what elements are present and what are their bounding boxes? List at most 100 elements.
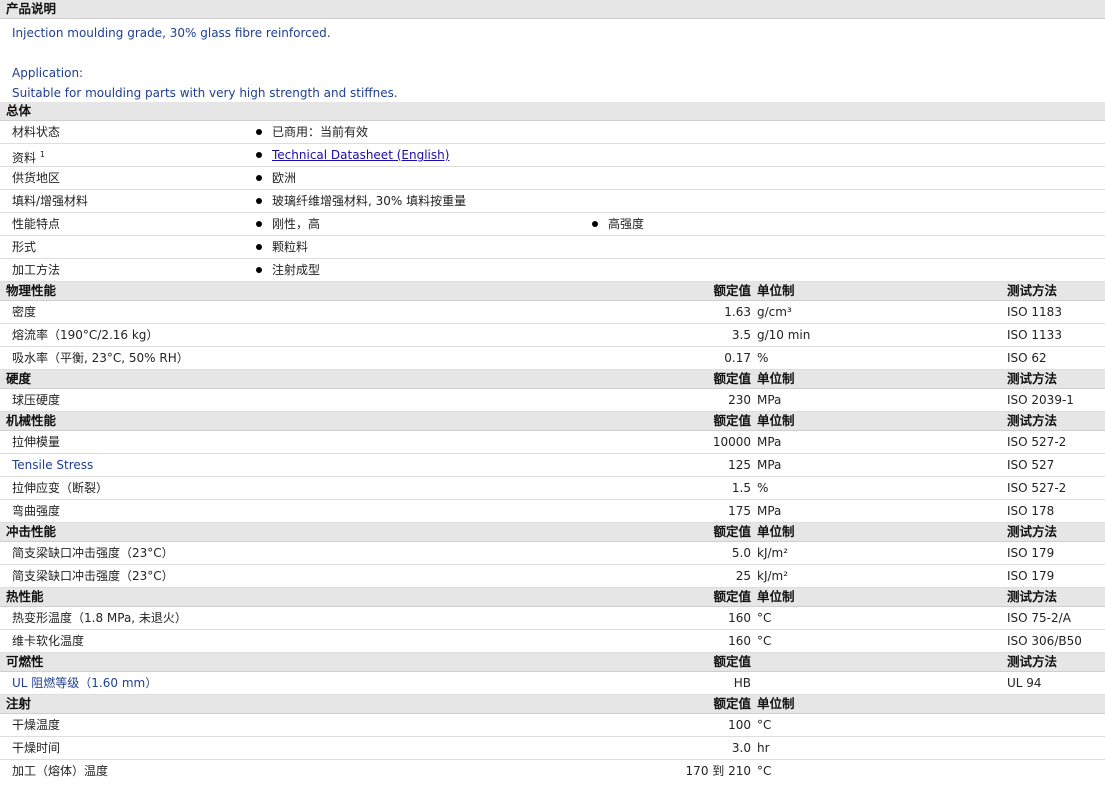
description-line: Injection moulding grade, 30% glass fibr… [12, 26, 331, 40]
bullet-icon [256, 243, 262, 250]
bullet-icon [256, 128, 262, 135]
bullet-icon [256, 151, 262, 158]
column-header-unit: 单位制 [757, 283, 795, 298]
property-test-method: ISO 527-2 [1007, 481, 1067, 495]
bullet-icon [256, 266, 262, 273]
column-header-test: 测试方法 [1007, 589, 1058, 604]
property-test-method: ISO 1133 [1007, 328, 1062, 342]
bullet-icon [592, 220, 598, 227]
section-header-flammability: 可燃性 额定值 测试方法 [0, 653, 1105, 672]
row-label: 填料/增强材料 [12, 194, 89, 208]
property-row: 拉伸模量 10000 MPa ISO 527-2 [0, 431, 1105, 454]
property-test-method: ISO 179 [1007, 546, 1055, 560]
section-title: 注射 [6, 696, 32, 711]
property-value: 3.0 [731, 741, 751, 755]
column-header-unit: 单位制 [757, 524, 795, 539]
row-label: 性能特点 [12, 217, 61, 231]
bullet-icon [256, 220, 262, 227]
row-value: 刚性，高 [272, 217, 321, 231]
row-value: 玻璃纤维增强材料, 30% 填料按重量 [272, 194, 467, 208]
column-header-test: 测试方法 [1007, 524, 1058, 539]
property-test-method: ISO 527-2 [1007, 435, 1067, 449]
property-label: 热变形温度（1.8 MPa, 未退火） [12, 611, 187, 625]
section-title: 机械性能 [6, 413, 57, 428]
row-label: 形式 [12, 240, 37, 254]
property-test-method: ISO 75-2/A [1007, 611, 1071, 625]
section-header-general: 总体 [0, 102, 1105, 121]
column-header-value: 额定值 [713, 283, 751, 298]
datasheet-page: 产品说明 Injection moulding grade, 30% glass… [0, 0, 1105, 782]
row-value: 已商用：当前有效 [272, 125, 369, 139]
column-header-value: 额定值 [713, 524, 751, 539]
property-row: 干燥时间 3.0 hr [0, 737, 1105, 760]
row-value: 欧洲 [272, 171, 297, 185]
property-label: 拉伸应变（断裂） [12, 481, 109, 495]
technical-datasheet-link[interactable]: Technical Datasheet (English) [272, 148, 449, 162]
property-label: 吸水率（平衡, 23°C, 50% RH） [12, 351, 189, 365]
property-test-method: ISO 62 [1007, 351, 1047, 365]
row-label: 资料 1 [12, 150, 45, 165]
property-unit: °C [757, 718, 772, 732]
property-value: 160 [728, 611, 751, 625]
column-header-test: 测试方法 [1007, 654, 1058, 669]
column-header-value: 额定值 [713, 696, 751, 711]
section-header-description: 产品说明 [0, 0, 1105, 19]
column-header-test: 测试方法 [1007, 413, 1058, 428]
property-test-method: ISO 306/B50 [1007, 634, 1082, 648]
application-heading: Application: [12, 66, 84, 80]
bullet-icon [256, 197, 262, 204]
property-row: 密度 1.63 g/cm³ ISO 1183 [0, 301, 1105, 324]
general-row-form: 形式 颗粒料 [0, 236, 1105, 259]
property-label: UL 阻燃等级（1.60 mm） [12, 676, 158, 690]
property-label: 加工（熔体）温度 [12, 764, 109, 778]
property-value: HB [733, 676, 751, 690]
section-title: 热性能 [6, 589, 44, 604]
column-header-unit: 单位制 [757, 696, 795, 711]
property-row: 简支梁缺口冲击强度（23°C） 5.0 kJ/m² ISO 179 [0, 542, 1105, 565]
column-header-value: 额定值 [713, 371, 751, 386]
row-value: 颗粒料 [272, 240, 309, 254]
column-header-unit: 单位制 [757, 589, 795, 604]
property-label: 拉伸模量 [12, 435, 61, 449]
property-value: 100 [728, 718, 751, 732]
property-value: 3.5 [731, 328, 751, 342]
row-label: 供货地区 [12, 171, 61, 185]
property-unit: MPa [757, 435, 782, 449]
property-value: 170 到 210 [685, 764, 751, 778]
row-label: 材料状态 [12, 125, 61, 139]
property-label: 球压硬度 [12, 393, 61, 407]
property-label: 熔流率（190°C/2.16 kg） [12, 328, 159, 342]
property-label: 弯曲强度 [12, 504, 61, 518]
property-label: 干燥时间 [12, 741, 61, 755]
property-label: 密度 [12, 305, 37, 319]
general-row-features: 性能特点 刚性，高 高强度 [0, 213, 1105, 236]
property-value: 175 [728, 504, 751, 518]
column-header-value: 额定值 [713, 589, 751, 604]
property-row: 简支梁缺口冲击强度（23°C） 25 kJ/m² ISO 179 [0, 565, 1105, 588]
property-row: 拉伸应变（断裂） 1.5 % ISO 527-2 [0, 477, 1105, 500]
row-label: 加工方法 [12, 263, 61, 277]
section-title: 产品说明 [6, 1, 57, 16]
section-title: 可燃性 [6, 654, 44, 669]
property-test-method: ISO 178 [1007, 504, 1055, 518]
general-row-datasheet: 资料 1 Technical Datasheet (English) [0, 144, 1105, 167]
property-unit: MPa [757, 504, 782, 518]
property-value: 10000 [712, 435, 751, 449]
property-unit: hr [757, 741, 770, 755]
property-test-method: UL 94 [1007, 676, 1042, 690]
property-row: 热变形温度（1.8 MPa, 未退火） 160 °C ISO 75-2/A [0, 607, 1105, 630]
section-title: 冲击性能 [6, 524, 57, 539]
property-unit: % [757, 351, 769, 365]
section-title: 物理性能 [6, 283, 57, 298]
column-header-unit: 单位制 [757, 413, 795, 428]
section-header-physical: 物理性能 额定值 单位制 测试方法 [0, 282, 1105, 301]
property-test-method: ISO 1183 [1007, 305, 1062, 319]
row-value: 注射成型 [272, 263, 321, 277]
property-unit: g/10 min [757, 328, 811, 342]
property-label: Tensile Stress [12, 458, 94, 472]
property-value: 25 [735, 569, 751, 583]
property-row: 干燥温度 100 °C [0, 714, 1105, 737]
section-title: 总体 [6, 103, 32, 118]
row-value: 高强度 [608, 217, 645, 231]
property-label: 简支梁缺口冲击强度（23°C） [12, 569, 174, 583]
